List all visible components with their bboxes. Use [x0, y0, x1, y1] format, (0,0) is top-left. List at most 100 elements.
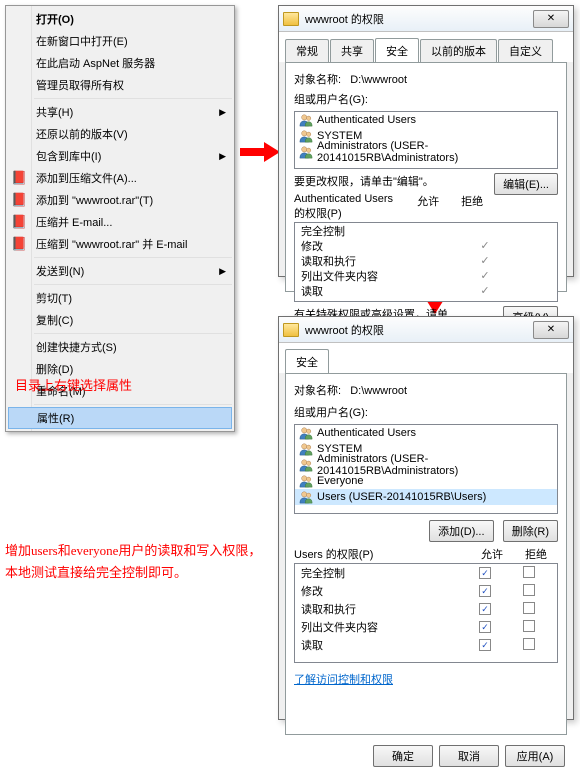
deny-cell [507, 584, 551, 599]
users-list[interactable]: Authenticated UsersSYSTEMAdministrators … [294, 111, 558, 169]
deny-cell [507, 620, 551, 635]
menu-item[interactable]: 复制(C) [6, 309, 234, 331]
allow-cell: ✓ [463, 284, 507, 297]
allow-checkbox[interactable]: ✓ [479, 621, 491, 633]
object-name-label: 对象名称: [294, 385, 341, 397]
allow-cell: ✓ [463, 254, 507, 267]
menu-item-label: 压缩并 E-mail... [36, 214, 112, 230]
deny-checkbox[interactable] [523, 620, 535, 632]
edit-button[interactable]: 编辑(E)... [494, 173, 558, 195]
menu-item-label: 属性(R) [37, 410, 74, 426]
permissions-box[interactable]: 完全控制修改✓读取和执行✓列出文件夹内容✓读取✓写入✓ [294, 222, 558, 302]
tab[interactable]: 自定义 [498, 39, 553, 63]
submenu-arrow-icon: ▶ [219, 151, 226, 162]
tab-security[interactable]: 安全 [285, 349, 329, 373]
menu-item[interactable]: 管理员取得所有权 [6, 74, 234, 96]
titlebar[interactable]: wwwroot 的权限 ✕ [279, 317, 573, 343]
dialog-title: wwwroot 的权限 [305, 322, 533, 338]
allow-cell: ✓ [463, 567, 507, 580]
allow-cell: ✓ [463, 639, 507, 652]
user-icon [299, 490, 313, 504]
add-button[interactable]: 添加(D)... [429, 520, 493, 542]
permission-name: 完全控制 [301, 223, 463, 239]
remove-button[interactable]: 删除(R) [503, 520, 558, 542]
menu-item[interactable]: 共享(H)▶ [6, 101, 234, 123]
allow-checkbox[interactable]: ✓ [479, 639, 491, 651]
users-list[interactable]: Authenticated UsersSYSTEMAdministrators … [294, 424, 558, 514]
list-item[interactable]: Administrators (USER-20141015RB\Administ… [295, 457, 557, 473]
rar-icon [11, 192, 27, 208]
permission-name: 完全控制 [301, 565, 463, 581]
menu-item[interactable]: 还原以前的版本(V) [6, 123, 234, 145]
allow-checkbox[interactable]: ✓ [479, 603, 491, 615]
menu-item-label: 复制(C) [36, 312, 73, 328]
list-item[interactable]: Authenticated Users [295, 425, 557, 441]
deny-checkbox[interactable] [523, 566, 535, 578]
permission-name: 写入 [301, 298, 463, 303]
deny-header: 拒绝 [514, 546, 558, 562]
user-icon [299, 426, 313, 440]
deny-cell [507, 602, 551, 617]
permission-row: 修改✓ [295, 582, 557, 600]
permission-name: 列出文件夹内容 [301, 268, 463, 284]
menu-item-label: 管理员取得所有权 [36, 77, 124, 93]
deny-checkbox[interactable] [523, 638, 535, 650]
tab[interactable]: 共享 [330, 39, 374, 63]
context-menu: 打开(O) 在新窗口中打开(E) 在此启动 AspNet 服务器管理员取得所有权共享… [5, 5, 235, 432]
apply-button[interactable]: 应用(A) [505, 745, 565, 767]
learn-link[interactable]: 了解访问控制和权限 [294, 674, 393, 686]
permission-name: 修改 [301, 238, 463, 254]
permissions-box[interactable]: 完全控制✓修改✓读取和执行✓列出文件夹内容✓读取✓ [294, 563, 558, 663]
allow-cell: ✓ [463, 299, 507, 302]
menu-item[interactable]: 添加到 "wwwroot.rar"(T) [6, 189, 234, 211]
menu-item-label: 还原以前的版本(V) [36, 126, 128, 142]
menu-item[interactable]: 在此启动 AspNet 服务器 [6, 52, 234, 74]
permission-name: 列出文件夹内容 [301, 619, 463, 635]
menu-item[interactable]: 属性(R) [8, 407, 232, 429]
deny-cell [507, 566, 551, 581]
tab[interactable]: 以前的版本 [420, 39, 497, 63]
menu-item-label: 在新窗口中打开(E) [36, 33, 128, 49]
permission-row: 读取✓ [295, 283, 557, 298]
permission-row: 列出文件夹内容✓ [295, 268, 557, 283]
menu-item[interactable]: 压缩到 "wwwroot.rar" 并 E-mail [6, 233, 234, 255]
close-button[interactable]: ✕ [533, 321, 569, 339]
permissions-dialog-2: wwwroot 的权限 ✕ 安全 对象名称: D:\wwwroot 组或用户名(… [278, 316, 574, 720]
allow-checkbox[interactable]: ✓ [479, 585, 491, 597]
check-icon: ✓ [480, 300, 489, 302]
permissions-title: Authenticated Users 的权限(P) [294, 193, 406, 221]
user-icon [299, 474, 313, 488]
close-button[interactable]: ✕ [533, 10, 569, 28]
rar-icon [11, 236, 27, 252]
titlebar[interactable]: wwwroot 的权限 ✕ [279, 6, 573, 32]
cancel-button[interactable]: 取消 [439, 745, 499, 767]
menu-item[interactable]: 添加到压缩文件(A)... [6, 167, 234, 189]
menu-separator [34, 404, 232, 405]
list-item[interactable]: Authenticated Users [295, 112, 557, 128]
user-icon [299, 458, 313, 472]
menu-item[interactable]: 包含到库中(I)▶ [6, 145, 234, 167]
deny-checkbox[interactable] [523, 602, 535, 614]
group-users-label: 组或用户名(G): [294, 91, 558, 107]
permissions-title: Users 的权限(P) [294, 546, 470, 562]
menu-item[interactable]: 压缩并 E-mail... [6, 211, 234, 233]
user-name: Users (USER-20141015RB\Users) [317, 491, 486, 503]
object-name-value: D:\wwwroot [350, 74, 407, 86]
allow-checkbox[interactable]: ✓ [479, 567, 491, 579]
list-item[interactable]: Administrators (USER-20141015RB\Administ… [295, 144, 557, 160]
menu-item-label: 打开(O) [36, 11, 74, 27]
tab[interactable]: 安全 [375, 38, 419, 62]
permission-name: 读取和执行 [301, 601, 463, 617]
user-name: Everyone [317, 475, 363, 487]
permission-row: 读取✓ [295, 636, 557, 654]
list-item[interactable]: Users (USER-20141015RB\Users) [295, 489, 557, 505]
ok-button[interactable]: 确定 [373, 745, 433, 767]
deny-checkbox[interactable] [523, 584, 535, 596]
menu-item[interactable]: 创建快捷方式(S) [6, 336, 234, 358]
menu-item[interactable]: 发送到(N)▶ [6, 260, 234, 282]
menu-item[interactable]: 在新窗口中打开(E) [6, 30, 234, 52]
menu-item[interactable]: 打开(O) [6, 8, 234, 30]
menu-item[interactable]: 剪切(T) [6, 287, 234, 309]
annotation-1: 目录上右键选择属性 [15, 375, 132, 394]
tab[interactable]: 常规 [285, 39, 329, 63]
